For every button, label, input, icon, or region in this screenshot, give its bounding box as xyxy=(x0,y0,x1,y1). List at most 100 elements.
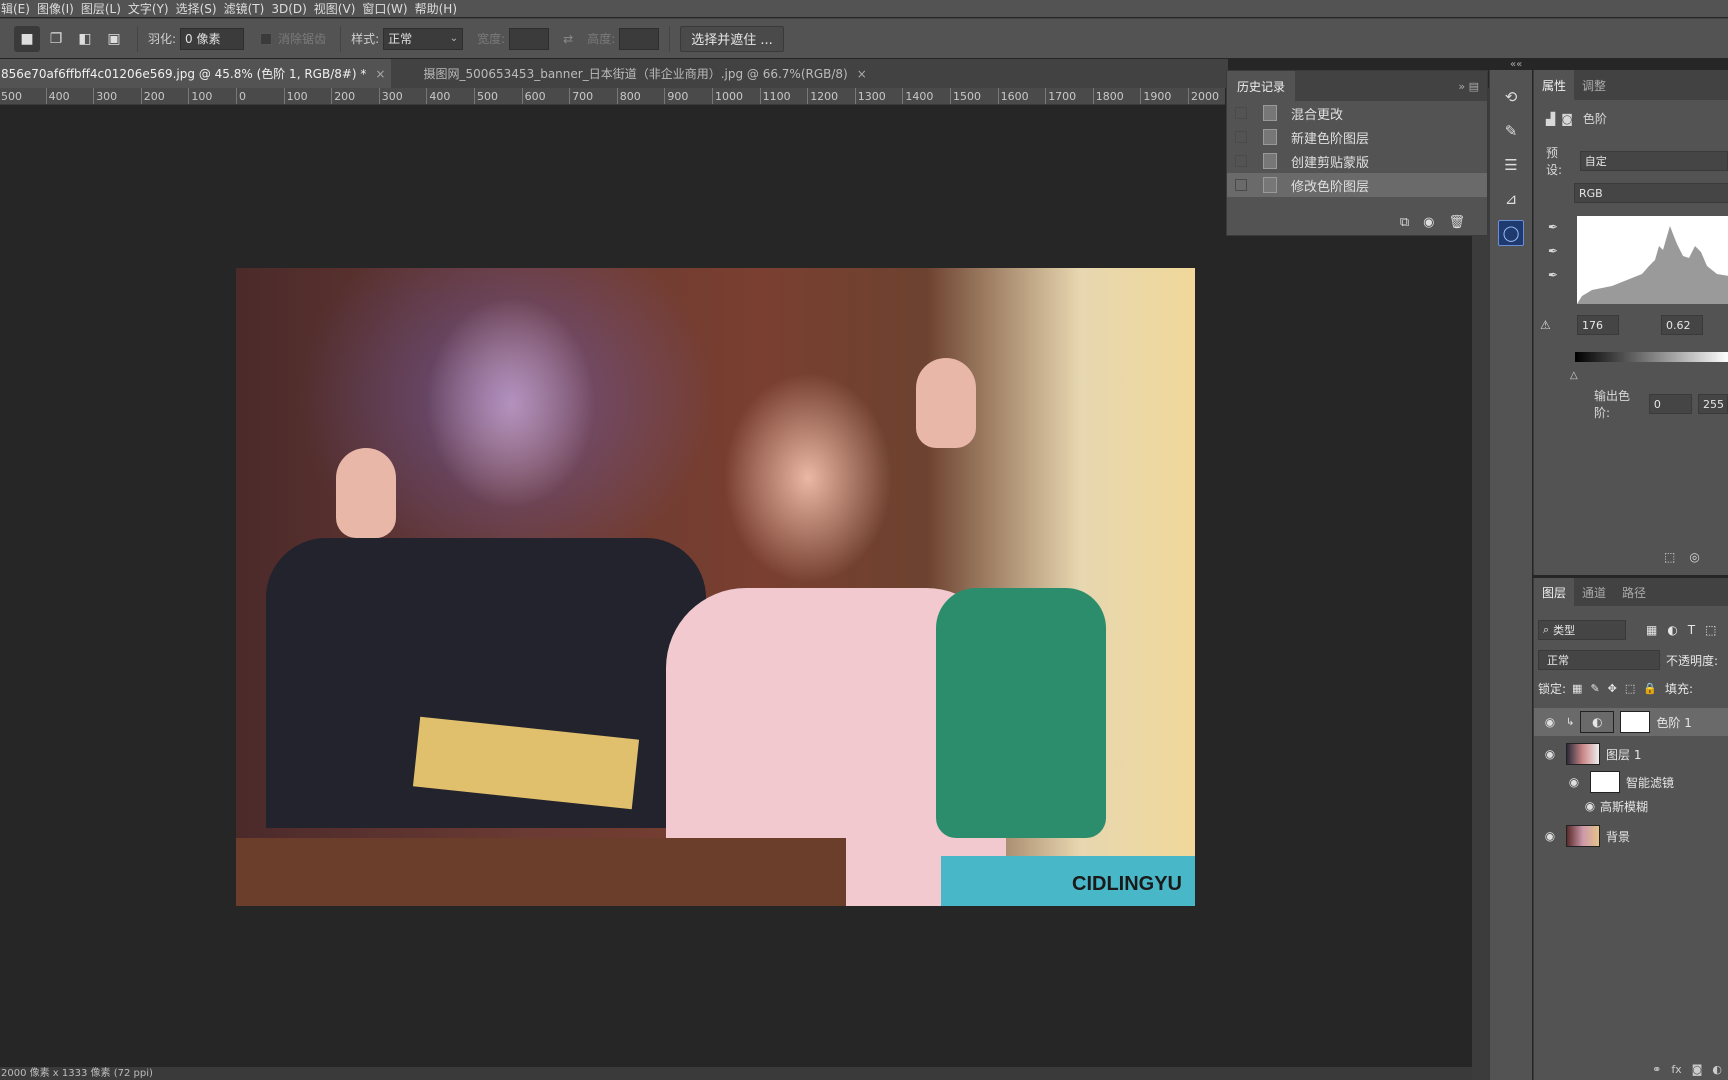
style-select[interactable]: 正常 ⌄ xyxy=(383,27,464,50)
eyedropper-gray-icon[interactable]: ✒ xyxy=(1548,244,1558,258)
menu-type[interactable]: 文字(Y) xyxy=(127,0,175,17)
new-document-icon[interactable]: ⧉ xyxy=(1400,215,1409,230)
channel-select[interactable]: RGB xyxy=(1574,183,1728,203)
blend-mode-select[interactable]: 正常 xyxy=(1538,650,1660,670)
menu-3d[interactable]: 3D(D) xyxy=(270,2,312,16)
divider xyxy=(340,25,342,52)
ruler-tick: 1100 xyxy=(759,88,791,104)
new-selection-icon[interactable]: ■ xyxy=(14,25,40,52)
blend-row: 正常 不透明度: xyxy=(1534,646,1728,674)
menu-view[interactable]: 视图(V) xyxy=(313,0,362,17)
width-input[interactable] xyxy=(509,27,550,50)
eye-icon[interactable]: ◉ xyxy=(1540,829,1560,843)
layer-row[interactable]: ◉ 背景 xyxy=(1534,822,1728,850)
smart-filter-mask-thumb[interactable] xyxy=(1590,771,1620,793)
clip-indicator-icon: ↳ xyxy=(1566,716,1575,728)
lock-icons[interactable]: ▦✎✥⬚🔒 xyxy=(1572,682,1665,695)
document-image[interactable]: CIDLINGYU xyxy=(236,268,1195,906)
clip-to-layer-icon[interactable]: ⬚ xyxy=(1664,550,1675,564)
tab-document-1[interactable]: 856e70af6ffbff4c01206e569.jpg @ 45.8% (色… xyxy=(0,59,392,88)
clip-warning-icon[interactable]: ⚠ xyxy=(1540,318,1551,332)
sliders-icon[interactable]: ☰ xyxy=(1498,152,1524,178)
output-black-field[interactable]: 0 xyxy=(1648,394,1692,414)
filter-icons[interactable]: ▦◐T⬚ xyxy=(1646,623,1726,637)
tab-paths[interactable]: 路径 xyxy=(1614,578,1654,606)
tab-adjustments[interactable]: 调整 xyxy=(1574,70,1614,100)
input-gamma-field[interactable]: 0.62 xyxy=(1661,315,1703,335)
add-mask-icon[interactable]: ◙ xyxy=(1692,1063,1703,1076)
subtract-selection-icon[interactable]: ◧ xyxy=(72,26,98,52)
select-and-mask-button[interactable]: 选择并遮住 ... xyxy=(680,25,784,52)
selection-mode-group: ■ ❐ ◧ ▣ xyxy=(14,25,127,52)
snapshot-icon[interactable]: ◉ xyxy=(1423,215,1434,230)
tab-channels[interactable]: 通道 xyxy=(1574,578,1614,606)
menu-window[interactable]: 窗口(W) xyxy=(361,0,413,17)
history-panel-icon[interactable]: ⟲ xyxy=(1498,84,1524,110)
history-item[interactable]: 混合更改 xyxy=(1227,101,1487,125)
intersect-selection-icon[interactable]: ▣ xyxy=(101,26,127,52)
height-input[interactable] xyxy=(619,27,660,50)
layer-row[interactable]: ◉ 图层 1 xyxy=(1534,740,1728,768)
snapshot-source-checkbox[interactable] xyxy=(1235,107,1247,119)
trash-icon[interactable]: 🗑 xyxy=(1448,215,1465,230)
history-title[interactable]: 历史记录 xyxy=(1227,71,1296,101)
tab-label: 856e70af6ffbff4c01206e569.jpg @ 45.8% (色… xyxy=(1,67,367,81)
adjustment-icon[interactable]: ◐ xyxy=(1712,1063,1722,1076)
antialias-checkbox[interactable] xyxy=(260,32,273,45)
eye-icon[interactable]: ◉ xyxy=(1540,715,1560,729)
history-item[interactable]: 创建剪贴蒙版 xyxy=(1227,149,1487,173)
close-icon[interactable]: × xyxy=(857,67,867,81)
swap-icon[interactable]: ⇄ xyxy=(563,32,573,46)
tab-layers[interactable]: 图层 xyxy=(1534,578,1575,606)
output-label: 输出色阶: xyxy=(1594,389,1631,420)
snapshot-source-checkbox[interactable] xyxy=(1235,179,1247,191)
panel-menu-icon[interactable]: » ▤ xyxy=(1458,80,1479,93)
menu-help[interactable]: 帮助(H) xyxy=(414,0,463,17)
history-item-label: 创建剪贴蒙版 xyxy=(1291,155,1370,171)
visibility-toggle-icon[interactable]: ◎ xyxy=(1689,550,1699,564)
brush-icon[interactable]: ✎ xyxy=(1498,118,1524,144)
close-icon[interactable]: × xyxy=(375,67,385,81)
fx-icon[interactable]: fx xyxy=(1671,1063,1681,1076)
add-selection-icon[interactable]: ❐ xyxy=(43,26,69,52)
properties-tabs: 属性 调整 xyxy=(1534,70,1728,100)
layer-filter-row: ⌕ 类型 ▦◐T⬚ xyxy=(1534,616,1728,644)
menu-layer[interactable]: 图层(L) xyxy=(80,0,127,17)
status-bar: 2000 像素 x 1333 像素 (72 ppi) xyxy=(0,1067,1472,1080)
menu-select[interactable]: 选择(S) xyxy=(175,0,223,17)
black-slider-icon[interactable]: △ xyxy=(1570,370,1578,381)
layer-filter-select[interactable]: ⌕ 类型 xyxy=(1538,620,1626,640)
tab-properties[interactable]: 属性 xyxy=(1534,70,1575,100)
layer-row[interactable]: ◉ 高斯模糊 xyxy=(1534,792,1728,820)
history-item[interactable]: 修改色阶图层 xyxy=(1227,173,1487,197)
color-circle-icon[interactable]: ◯ xyxy=(1498,220,1524,246)
output-levels-row: 输出色阶: 0 255 xyxy=(1594,387,1728,421)
menu-filter[interactable]: 滤镜(T) xyxy=(223,0,271,17)
eyedropper-white-icon[interactable]: ✒ xyxy=(1548,268,1558,282)
preset-row: 预设: 自定 xyxy=(1546,144,1728,178)
history-item[interactable]: 新建色阶图层 xyxy=(1227,125,1487,149)
lock-row: 锁定: ▦✎✥⬚🔒 填充: xyxy=(1534,674,1728,702)
crop-icon[interactable]: ⊿ xyxy=(1498,186,1524,212)
vertical-scrollbar[interactable] xyxy=(1472,88,1489,1080)
channel-row: RGB xyxy=(1574,183,1728,203)
feather-input[interactable]: 0 像素 xyxy=(180,27,245,50)
layer-row[interactable]: ◉ ↳ ◐ 色阶 1 xyxy=(1534,708,1728,736)
output-white-field[interactable]: 255 xyxy=(1698,394,1728,414)
snapshot-source-checkbox[interactable] xyxy=(1235,131,1247,143)
mask-icon[interactable]: ◙ xyxy=(1561,112,1573,126)
menu-edit[interactable]: 辑(E) xyxy=(0,0,36,17)
tab-document-2[interactable]: 摄图网_500653453_banner_日本街道（非企业商用）.jpg @ 6… xyxy=(391,59,872,88)
layer-mask-thumb[interactable] xyxy=(1620,711,1651,733)
collapse-arrows-icon[interactable]: «« xyxy=(1510,59,1522,70)
eye-icon[interactable]: ◉ xyxy=(1580,799,1600,813)
menu-image[interactable]: 图像(I) xyxy=(36,0,80,17)
eyedropper-black-icon[interactable]: ✒ xyxy=(1548,220,1558,234)
input-black-field[interactable]: 176 xyxy=(1577,315,1619,335)
link-icon[interactable]: ⚭ xyxy=(1652,1063,1661,1076)
preset-select[interactable]: 自定 xyxy=(1579,151,1728,171)
snapshot-source-checkbox[interactable] xyxy=(1235,155,1247,167)
eye-icon[interactable]: ◉ xyxy=(1540,747,1560,761)
eye-icon[interactable]: ◉ xyxy=(1564,775,1584,789)
fill-label: 填充: xyxy=(1664,681,1694,696)
